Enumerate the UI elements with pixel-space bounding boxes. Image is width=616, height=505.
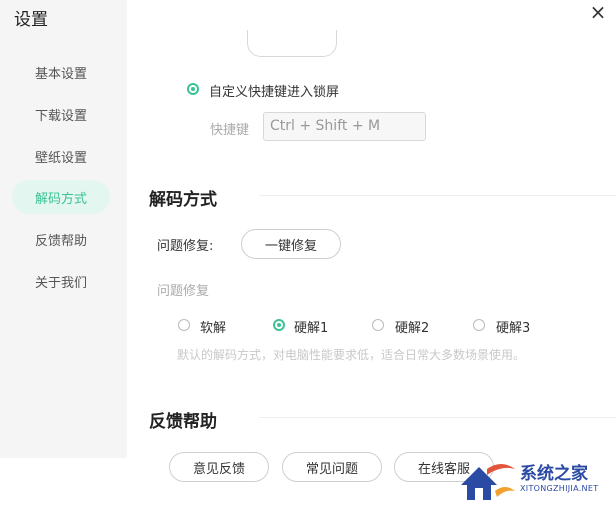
custom-shortcut-label: 自定义快捷键进入锁屏: [209, 85, 340, 100]
sidebar: 设置 基本设置 下载设置 壁纸设置 解码方式 反馈帮助 关于我们: [0, 0, 127, 458]
decode-radio-hw2[interactable]: [372, 319, 384, 331]
decode-option-label: 软解: [200, 321, 227, 336]
feedback-button[interactable]: 意见反馈: [169, 452, 269, 482]
decode-option-label: 硬解3: [496, 321, 531, 336]
watermark-title: 系统之家: [520, 464, 588, 484]
decode-hint: 默认的解码方式，对电脑性能要求低，适合日常大多数场景使用。: [177, 348, 526, 362]
sidebar-item-decode[interactable]: 解码方式: [12, 180, 110, 214]
decode-radio-software[interactable]: [178, 319, 190, 331]
repair-label: 问题修复:: [157, 239, 214, 254]
sidebar-item-basic[interactable]: 基本设置: [12, 55, 110, 89]
feedback-divider: [259, 417, 616, 418]
sidebar-item-label: 基本设置: [34, 66, 87, 82]
shortcut-input[interactable]: Ctrl + Shift + M: [263, 112, 426, 141]
sidebar-item-wallpaper[interactable]: 壁纸设置: [12, 139, 110, 173]
one-click-repair-label: 一键修复: [264, 238, 317, 254]
decode-option-label: 硬解1: [294, 321, 329, 336]
watermark: 系统之家 XITONGZHIJIA.NET: [455, 455, 616, 505]
app-title: 设置: [14, 10, 48, 30]
feedback-section-title: 反馈帮助: [149, 412, 217, 432]
faq-button-label: 常见问题: [305, 461, 358, 477]
sidebar-item-download[interactable]: 下载设置: [12, 97, 110, 131]
partial-button[interactable]: [247, 30, 337, 57]
one-click-repair-button[interactable]: 一键修复: [241, 229, 341, 259]
sidebar-item-feedback[interactable]: 反馈帮助: [12, 222, 110, 256]
decode-section-title: 解码方式: [149, 190, 217, 210]
decode-divider: [259, 195, 616, 196]
sidebar-item-label: 壁纸设置: [34, 150, 87, 166]
sidebar-item-about[interactable]: 关于我们: [12, 264, 110, 298]
shortcut-label: 快捷键: [210, 123, 250, 138]
settings-content: 自定义快捷键进入锁屏 快捷键 Ctrl + Shift + M 解码方式 问题修…: [127, 0, 616, 505]
repair-sub-label: 问题修复: [157, 284, 210, 299]
custom-shortcut-radio[interactable]: [187, 83, 199, 95]
sidebar-item-label: 反馈帮助: [34, 233, 87, 249]
house-logo-icon: [461, 464, 515, 500]
decode-radio-hw3[interactable]: [473, 319, 485, 331]
faq-button[interactable]: 常见问题: [282, 452, 382, 482]
sidebar-item-label: 解码方式: [34, 191, 87, 207]
feedback-button-label: 意见反馈: [192, 461, 245, 477]
decode-option-label: 硬解2: [395, 321, 430, 336]
sidebar-item-label: 关于我们: [34, 275, 87, 291]
decode-radio-hw1[interactable]: [273, 319, 285, 331]
watermark-subtitle: XITONGZHIJIA.NET: [520, 484, 599, 493]
sidebar-item-label: 下载设置: [34, 108, 87, 124]
